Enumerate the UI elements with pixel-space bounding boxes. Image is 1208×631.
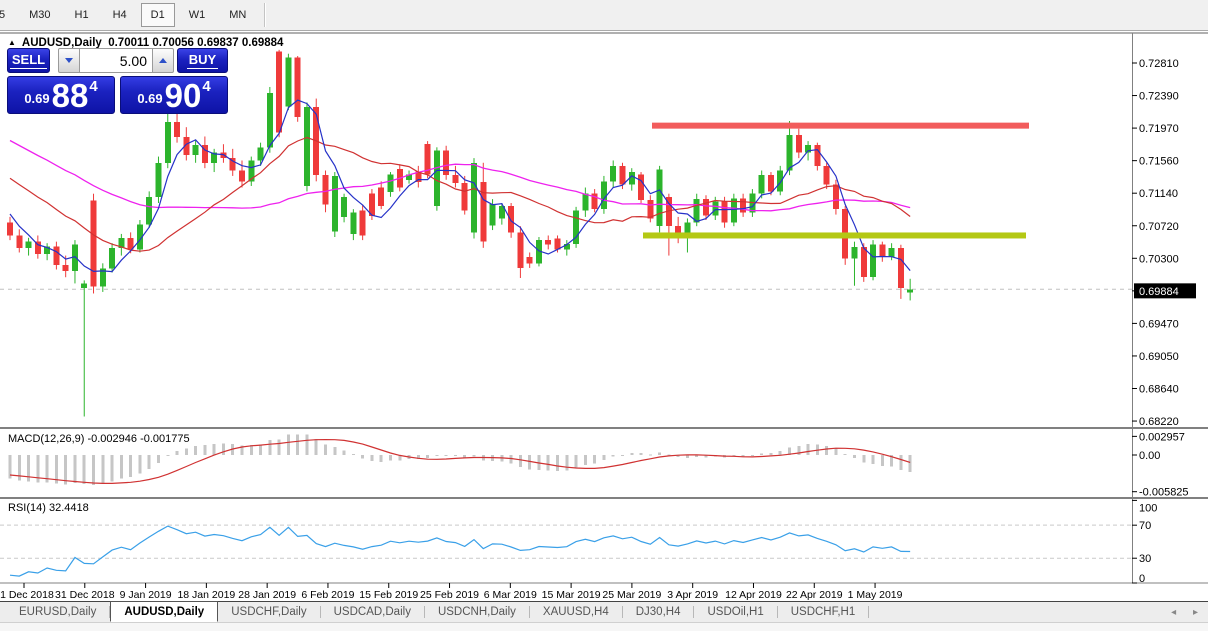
tab-scroll-right-icon[interactable]: ▸ [1193,607,1198,618]
macd-signal-line [9,438,911,484]
tab-xauusd-h4[interactable]: XAUUSD,H4 [530,602,622,622]
ask-price-main: 90 [164,76,202,114]
price-axis: 0.72810 0.72390 0.71970 0.71560 0.71140 0.707… [1132,58,1196,585]
chart-window[interactable]: 0.72810 0.72390 0.71970 0.71560 0.71140 0.707… [0,31,1208,601]
svg-text:6 Mar 2019: 6 Mar 2019 [484,589,537,601]
ask-price-display[interactable]: 0.69 90 4 [120,76,228,114]
svg-text:3 Apr 2019: 3 Apr 2019 [667,589,718,601]
tab-dj30-h4[interactable]: DJ30,H4 [623,602,694,622]
svg-text:0.69884: 0.69884 [1139,286,1179,298]
timeframe-h1[interactable]: H1 [65,3,99,27]
volume-input[interactable] [80,48,152,73]
svg-text:0.70300: 0.70300 [1139,253,1179,265]
timeframe-d1[interactable]: D1 [140,3,175,27]
svg-text:28 Jan 2019: 28 Jan 2019 [238,589,296,601]
chart-tab-bar: EURUSD,Daily AUDUSD,Daily USDCHF,Daily U… [0,601,1208,622]
svg-text:0.71560: 0.71560 [1139,156,1179,168]
svg-text:100: 100 [1139,502,1157,514]
volume-decrease-button[interactable] [58,48,80,73]
support-line[interactable] [643,232,1026,239]
timeframe-m5-partial[interactable]: 5 [0,3,15,27]
tab-separator [868,606,870,618]
tab-eurusd-daily[interactable]: EURUSD,Daily [6,602,109,622]
one-click-trading-panel: SELL BUY 0.69 88 4 0.69 90 4 [7,48,228,114]
svg-text:18 Jan 2019: 18 Jan 2019 [177,589,235,601]
svg-text:9 Jan 2019: 9 Jan 2019 [120,589,172,601]
svg-text:0.002957: 0.002957 [1139,431,1185,443]
svg-text:0.71140: 0.71140 [1139,188,1178,200]
buy-button[interactable]: BUY [177,48,228,73]
panel-frame [0,32,1208,584]
bid-price-display[interactable]: 0.69 88 4 [7,76,115,114]
svg-text:25 Feb 2019: 25 Feb 2019 [420,589,479,601]
svg-text:0.72390: 0.72390 [1139,91,1179,103]
svg-text:0.69470: 0.69470 [1139,318,1179,330]
svg-text:0.00: 0.00 [1139,450,1160,462]
svg-text:0.72810: 0.72810 [1139,58,1179,70]
rsi-line [9,525,911,577]
tab-usdcad-daily[interactable]: USDCAD,Daily [321,602,424,622]
tab-usdoil-h1[interactable]: USDOil,H1 [694,602,776,622]
svg-text:15 Feb 2019: 15 Feb 2019 [359,589,418,601]
svg-text:1 May 2019: 1 May 2019 [848,589,903,601]
status-strip [0,622,1208,631]
svg-text:0.69050: 0.69050 [1139,351,1179,363]
tab-scroll-left-icon[interactable]: ◂ [1171,607,1176,618]
svg-text:30: 30 [1139,553,1151,565]
date-axis: 21 Dec 2018 31 Dec 2018 9 Jan 2019 18 Jan 2… [0,583,903,601]
svg-text:0: 0 [1139,573,1145,585]
bid-price-prefix: 0.69 [24,91,50,106]
volume-increase-button[interactable] [152,48,174,73]
svg-text:0.68220: 0.68220 [1139,416,1179,428]
tab-audusd-daily[interactable]: AUDUSD,Daily [110,601,219,622]
resistance-line[interactable] [652,122,1029,129]
sell-button[interactable]: SELL [7,48,50,73]
svg-text:15 Mar 2019: 15 Mar 2019 [542,589,601,601]
buy-button-label: BUY [186,52,219,69]
timeframe-mn[interactable]: MN [219,3,256,27]
collapse-triangle-icon[interactable]: ▲ [8,38,16,47]
svg-text:0.68640: 0.68640 [1139,384,1179,396]
bid-price-main: 88 [51,76,89,114]
timeframe-w1[interactable]: W1 [179,3,216,27]
arrow-up-icon [159,58,167,63]
ask-price-prefix: 0.69 [137,91,163,106]
timeframe-m30[interactable]: M30 [19,3,60,27]
tab-usdchf-daily[interactable]: USDCHF,Daily [218,602,319,622]
bid-price-pip: 4 [89,78,98,95]
svg-text:25 Mar 2019: 25 Mar 2019 [602,589,661,601]
sell-button-label: SELL [9,52,48,69]
svg-text:70: 70 [1139,520,1151,532]
svg-text:0.70720: 0.70720 [1139,221,1179,233]
svg-text:6 Feb 2019: 6 Feb 2019 [301,589,354,601]
tab-usdcnh-daily[interactable]: USDCNH,Daily [425,602,529,622]
timeframe-h4[interactable]: H4 [103,3,137,27]
svg-text:31 Dec 2018: 31 Dec 2018 [55,589,115,601]
svg-text:-0.005825: -0.005825 [1139,487,1189,499]
svg-text:0.71970: 0.71970 [1139,123,1179,135]
macd-indicator-label: MACD(12,26,9) -0.002946 -0.001775 [8,433,190,445]
arrow-down-icon [65,58,73,63]
rsi-indicator-label: RSI(14) 32.4418 [8,502,89,514]
timeframe-toolbar: 5 M30 H1 H4 D1 W1 MN [0,0,1208,31]
toolbar-separator [264,3,266,27]
tab-usdchf-h1[interactable]: USDCHF,H1 [778,602,869,622]
svg-text:12 Apr 2019: 12 Apr 2019 [725,589,782,601]
ask-price-pip: 4 [202,78,211,95]
svg-text:22 Apr 2019: 22 Apr 2019 [786,589,843,601]
chart-canvas[interactable]: 0.72810 0.72390 0.71970 0.71560 0.71140 0.707… [0,31,1208,601]
svg-text:21 Dec 2018: 21 Dec 2018 [0,589,54,601]
